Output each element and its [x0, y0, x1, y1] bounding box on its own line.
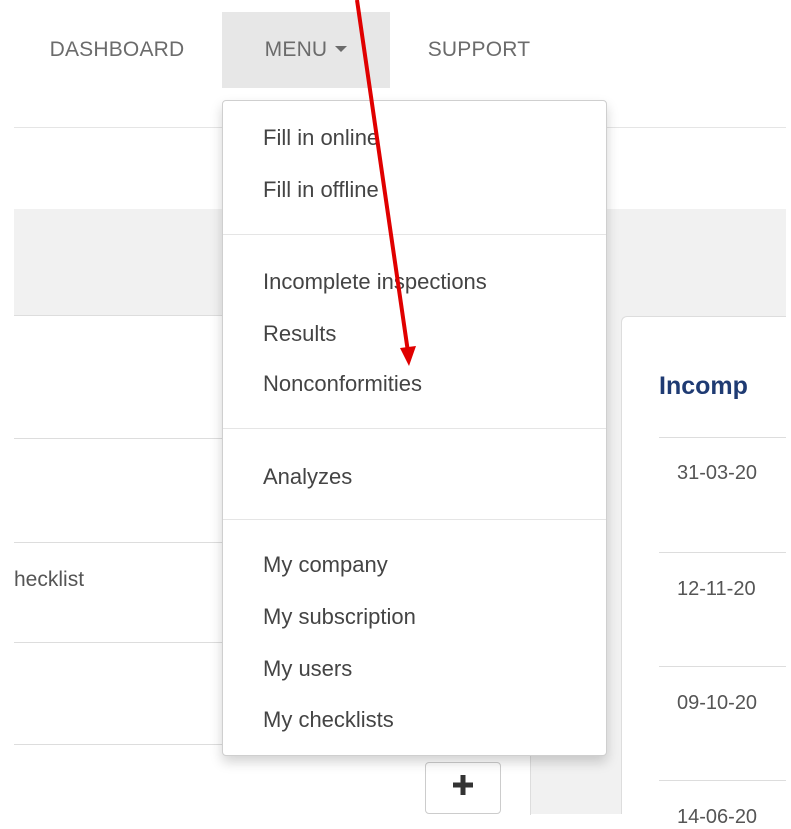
checklist-row-label[interactable]: hecklist	[14, 568, 84, 592]
menu-divider	[223, 519, 606, 520]
page-edge	[786, 0, 791, 814]
nav-dashboard[interactable]: DASHBOARD	[0, 12, 222, 88]
menu-item-fill-in-offline[interactable]: Fill in offline	[263, 177, 379, 203]
menu-item-nonconformities[interactable]: Nonconformities	[263, 371, 422, 397]
menu-item-my-subscription[interactable]: My subscription	[263, 604, 416, 630]
nav-menu-dropdown-toggle[interactable]: MENU	[222, 12, 390, 88]
caret-down-icon	[335, 46, 348, 52]
menu-item-results[interactable]: Results	[263, 321, 336, 347]
row-divider	[659, 552, 791, 553]
menu-item-fill-in-online[interactable]: Fill in online	[263, 125, 379, 151]
inspection-date[interactable]: 12-11-20	[677, 578, 756, 601]
menu-item-my-checklists[interactable]: My checklists	[263, 707, 394, 733]
menu-item-analyzes[interactable]: Analyzes	[263, 464, 352, 490]
top-navbar: DASHBOARD MENU SUPPORT	[0, 0, 791, 100]
menu-dropdown: Fill in online Fill in offline Incomplet…	[222, 100, 607, 756]
menu-divider	[223, 428, 606, 429]
plus-icon	[453, 775, 473, 795]
nav-menu-label: MENU	[264, 38, 328, 61]
menu-item-my-company[interactable]: My company	[263, 552, 388, 578]
add-button[interactable]	[425, 762, 501, 814]
inspection-date[interactable]: 31-03-20	[677, 462, 757, 485]
nav-support[interactable]: SUPPORT	[390, 12, 568, 88]
menu-item-incomplete-inspections[interactable]: Incomplete inspections	[263, 269, 487, 295]
inspection-date[interactable]: 14-06-20	[677, 806, 757, 829]
row-divider	[659, 437, 791, 438]
inspection-date[interactable]: 09-10-20	[677, 692, 757, 715]
menu-item-my-users[interactable]: My users	[263, 656, 352, 682]
row-divider	[659, 780, 791, 781]
row-divider	[659, 666, 791, 667]
menu-divider	[223, 234, 606, 235]
nav-dashboard-label: DASHBOARD	[49, 38, 185, 61]
panel-title: Incomp	[659, 372, 748, 400]
nav-support-label: SUPPORT	[427, 38, 531, 61]
